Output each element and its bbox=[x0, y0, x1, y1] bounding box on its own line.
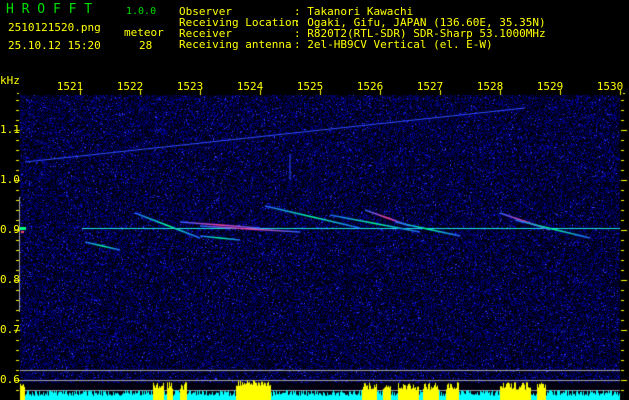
meteor-count: 28 bbox=[139, 39, 153, 52]
app-logo: H R O F F T bbox=[6, 2, 93, 17]
x-tick-label: 1522 bbox=[116, 80, 144, 93]
spectrogram bbox=[0, 0, 629, 400]
x-tick-label: 1528 bbox=[476, 80, 504, 93]
x-tick-label: 1524 bbox=[236, 80, 264, 93]
y-tick-label: 1.0 bbox=[0, 173, 20, 186]
unit-label: kHz bbox=[0, 74, 20, 87]
x-tick-label: 1529 bbox=[536, 80, 564, 93]
y-tick-label: 0.6 bbox=[0, 373, 20, 386]
y-tick-label: 1.1 bbox=[0, 123, 20, 136]
x-tick-label: 1521 bbox=[56, 80, 84, 93]
x-tick-label: 1525 bbox=[296, 80, 324, 93]
x-tick-label: 1523 bbox=[176, 80, 204, 93]
app-version: 1.0.0 bbox=[126, 6, 157, 17]
meteor-label: meteor bbox=[124, 26, 164, 39]
antenna-value: : 2el-HB9CV Vertical (el. E-W) bbox=[294, 38, 493, 51]
y-tick-label: 0.9 bbox=[0, 223, 20, 236]
x-tick-label: 1526 bbox=[356, 80, 384, 93]
y-tick-label: 0.7 bbox=[0, 323, 20, 336]
antenna-label: Receiving antenna bbox=[179, 38, 292, 51]
y-tick-label: 0.8 bbox=[0, 273, 20, 286]
x-tick-label: 1527 bbox=[416, 80, 444, 93]
file-datetime: 25.10.12 15:20 bbox=[8, 39, 101, 52]
file-name: 2510121520.png bbox=[8, 21, 101, 34]
x-tick-label: 1530 bbox=[596, 80, 624, 93]
